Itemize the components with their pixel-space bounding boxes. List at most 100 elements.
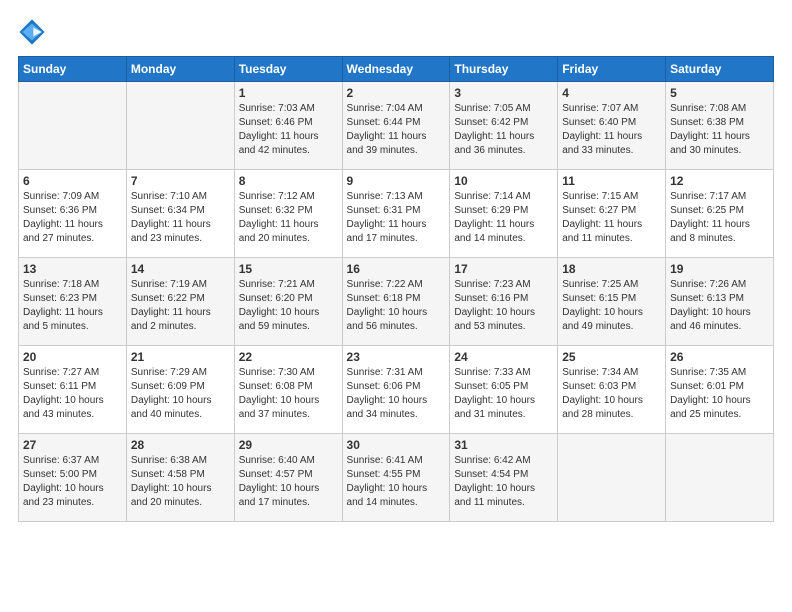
calendar-cell: 23 Sunrise: 7:31 AMSunset: 6:06 PMDayligh… — [342, 346, 450, 434]
page: SundayMondayTuesdayWednesdayThursdayFrid… — [0, 0, 792, 612]
weekday-header-friday: Friday — [558, 57, 666, 82]
day-number: 4 — [562, 86, 661, 100]
calendar-cell: 6Sunrise: 7:09 AMSunset: 6:36 PMDaylight… — [19, 170, 127, 258]
weekday-header-sunday: Sunday — [19, 57, 127, 82]
calendar-cell: 9 Sunrise: 7:13 AMSunset: 6:31 PMDaylight… — [342, 170, 450, 258]
calendar-cell: 26 Sunrise: 7:35 AMSunset: 6:01 PMDayligh… — [666, 346, 774, 434]
calendar-cell: 15 Sunrise: 7:21 AMSunset: 6:20 PMDayligh… — [234, 258, 342, 346]
calendar-body: 1Sunrise: 7:03 AMSunset: 6:46 PMDaylight… — [19, 82, 774, 522]
day-detail: Sunrise: 7:29 AMSunset: 6:09 PMDaylight:… — [131, 366, 230, 422]
day-number: 8 — [239, 174, 338, 188]
day-detail: Sunrise: 7:10 AMSunset: 6:34 PMDaylight:… — [131, 190, 230, 246]
calendar-week-3: 13 Sunrise: 7:18 AMSunset: 6:23 PMDayligh… — [19, 258, 774, 346]
day-number: 22 — [239, 350, 338, 364]
calendar-cell: 28 Sunrise: 6:38 AMSunset: 4:58 PMDayligh… — [126, 434, 234, 522]
calendar-cell: 25 Sunrise: 7:34 AMSunset: 6:03 PMDayligh… — [558, 346, 666, 434]
calendar-cell: 22 Sunrise: 7:30 AMSunset: 6:08 PMDayligh… — [234, 346, 342, 434]
calendar-cell — [666, 434, 774, 522]
calendar-week-4: 20 Sunrise: 7:27 AMSunset: 6:11 PMDayligh… — [19, 346, 774, 434]
day-number: 2 — [347, 86, 446, 100]
day-detail: Sunrise: 7:21 AMSunset: 6:20 PMDaylight:… — [239, 278, 338, 334]
day-detail: Sunrise: 7:26 AMSunset: 6:13 PMDaylight:… — [670, 278, 769, 334]
calendar-cell: 21 Sunrise: 7:29 AMSunset: 6:09 PMDayligh… — [126, 346, 234, 434]
day-number: 26 — [670, 350, 769, 364]
calendar-cell: 18 Sunrise: 7:25 AMSunset: 6:15 PMDayligh… — [558, 258, 666, 346]
day-detail: Sunrise: 7:30 AMSunset: 6:08 PMDaylight:… — [239, 366, 338, 422]
day-number: 21 — [131, 350, 230, 364]
day-detail: Sunrise: 7:23 AMSunset: 6:16 PMDaylight:… — [454, 278, 553, 334]
calendar-cell: 14Sunrise: 7:19 AMSunset: 6:22 PMDayligh… — [126, 258, 234, 346]
day-detail: Sunrise: 7:07 AMSunset: 6:40 PMDaylight:… — [562, 102, 661, 158]
day-number: 16 — [347, 262, 446, 276]
day-detail: Sunrise: 7:22 AMSunset: 6:18 PMDaylight:… — [347, 278, 446, 334]
calendar-header: SundayMondayTuesdayWednesdayThursdayFrid… — [19, 57, 774, 82]
day-detail: Sunrise: 7:08 AMSunset: 6:38 PMDaylight:… — [670, 102, 769, 158]
calendar-cell: 5 Sunrise: 7:08 AMSunset: 6:38 PMDaylight… — [666, 82, 774, 170]
day-detail: Sunrise: 6:38 AMSunset: 4:58 PMDaylight:… — [131, 454, 230, 510]
calendar-cell: 12 Sunrise: 7:17 AMSunset: 6:25 PMDayligh… — [666, 170, 774, 258]
day-number: 23 — [347, 350, 446, 364]
day-detail: Sunrise: 6:41 AMSunset: 4:55 PMDaylight:… — [347, 454, 446, 510]
day-detail: Sunrise: 7:15 AMSunset: 6:27 PMDaylight:… — [562, 190, 661, 246]
day-detail: Sunrise: 7:09 AMSunset: 6:36 PMDaylight:… — [23, 190, 122, 246]
calendar-week-2: 6Sunrise: 7:09 AMSunset: 6:36 PMDaylight… — [19, 170, 774, 258]
day-detail: Sunrise: 7:25 AMSunset: 6:15 PMDaylight:… — [562, 278, 661, 334]
day-detail: Sunrise: 7:31 AMSunset: 6:06 PMDaylight:… — [347, 366, 446, 422]
day-detail: Sunrise: 6:37 AMSunset: 5:00 PMDaylight:… — [23, 454, 122, 510]
day-number: 27 — [23, 438, 122, 452]
calendar-cell: 16 Sunrise: 7:22 AMSunset: 6:18 PMDayligh… — [342, 258, 450, 346]
day-number: 11 — [562, 174, 661, 188]
day-number: 25 — [562, 350, 661, 364]
calendar-cell: 29 Sunrise: 6:40 AMSunset: 4:57 PMDayligh… — [234, 434, 342, 522]
day-number: 12 — [670, 174, 769, 188]
weekday-header-saturday: Saturday — [666, 57, 774, 82]
day-detail: Sunrise: 7:27 AMSunset: 6:11 PMDaylight:… — [23, 366, 122, 422]
day-number: 20 — [23, 350, 122, 364]
calendar-cell: 8 Sunrise: 7:12 AMSunset: 6:32 PMDaylight… — [234, 170, 342, 258]
weekday-header-tuesday: Tuesday — [234, 57, 342, 82]
day-detail: Sunrise: 7:35 AMSunset: 6:01 PMDaylight:… — [670, 366, 769, 422]
day-number: 10 — [454, 174, 553, 188]
logo — [18, 18, 50, 46]
day-number: 30 — [347, 438, 446, 452]
calendar-cell: 17Sunrise: 7:23 AMSunset: 6:16 PMDayligh… — [450, 258, 558, 346]
day-number: 31 — [454, 438, 553, 452]
day-detail: Sunrise: 7:05 AMSunset: 6:42 PMDaylight:… — [454, 102, 553, 158]
day-detail: Sunrise: 7:34 AMSunset: 6:03 PMDaylight:… — [562, 366, 661, 422]
day-detail: Sunrise: 7:18 AMSunset: 6:23 PMDaylight:… — [23, 278, 122, 334]
calendar-cell — [19, 82, 127, 170]
weekday-header-wednesday: Wednesday — [342, 57, 450, 82]
day-detail: Sunrise: 7:17 AMSunset: 6:25 PMDaylight:… — [670, 190, 769, 246]
day-number: 29 — [239, 438, 338, 452]
calendar-cell — [558, 434, 666, 522]
calendar-cell: 2 Sunrise: 7:04 AMSunset: 6:44 PMDaylight… — [342, 82, 450, 170]
day-detail: Sunrise: 7:12 AMSunset: 6:32 PMDaylight:… — [239, 190, 338, 246]
logo-icon — [18, 18, 46, 46]
weekday-header-monday: Monday — [126, 57, 234, 82]
header — [18, 18, 774, 46]
day-number: 24 — [454, 350, 553, 364]
day-number: 9 — [347, 174, 446, 188]
day-detail: Sunrise: 7:04 AMSunset: 6:44 PMDaylight:… — [347, 102, 446, 158]
calendar-cell: 19Sunrise: 7:26 AMSunset: 6:13 PMDayligh… — [666, 258, 774, 346]
day-number: 3 — [454, 86, 553, 100]
day-number: 13 — [23, 262, 122, 276]
calendar-cell: 11 Sunrise: 7:15 AMSunset: 6:27 PMDayligh… — [558, 170, 666, 258]
calendar-cell — [126, 82, 234, 170]
calendar-cell: 10 Sunrise: 7:14 AMSunset: 6:29 PMDayligh… — [450, 170, 558, 258]
day-number: 18 — [562, 262, 661, 276]
calendar-cell: 3 Sunrise: 7:05 AMSunset: 6:42 PMDaylight… — [450, 82, 558, 170]
day-detail: Sunrise: 7:13 AMSunset: 6:31 PMDaylight:… — [347, 190, 446, 246]
calendar-cell: 7Sunrise: 7:10 AMSunset: 6:34 PMDaylight… — [126, 170, 234, 258]
calendar-cell: 20 Sunrise: 7:27 AMSunset: 6:11 PMDayligh… — [19, 346, 127, 434]
weekday-row: SundayMondayTuesdayWednesdayThursdayFrid… — [19, 57, 774, 82]
day-detail: Sunrise: 6:42 AMSunset: 4:54 PMDaylight:… — [454, 454, 553, 510]
day-number: 28 — [131, 438, 230, 452]
day-number: 15 — [239, 262, 338, 276]
day-detail: Sunrise: 7:14 AMSunset: 6:29 PMDaylight:… — [454, 190, 553, 246]
day-detail: Sunrise: 6:40 AMSunset: 4:57 PMDaylight:… — [239, 454, 338, 510]
day-number: 5 — [670, 86, 769, 100]
day-number: 14 — [131, 262, 230, 276]
calendar-table: SundayMondayTuesdayWednesdayThursdayFrid… — [18, 56, 774, 522]
calendar-cell: 30 Sunrise: 6:41 AMSunset: 4:55 PMDayligh… — [342, 434, 450, 522]
